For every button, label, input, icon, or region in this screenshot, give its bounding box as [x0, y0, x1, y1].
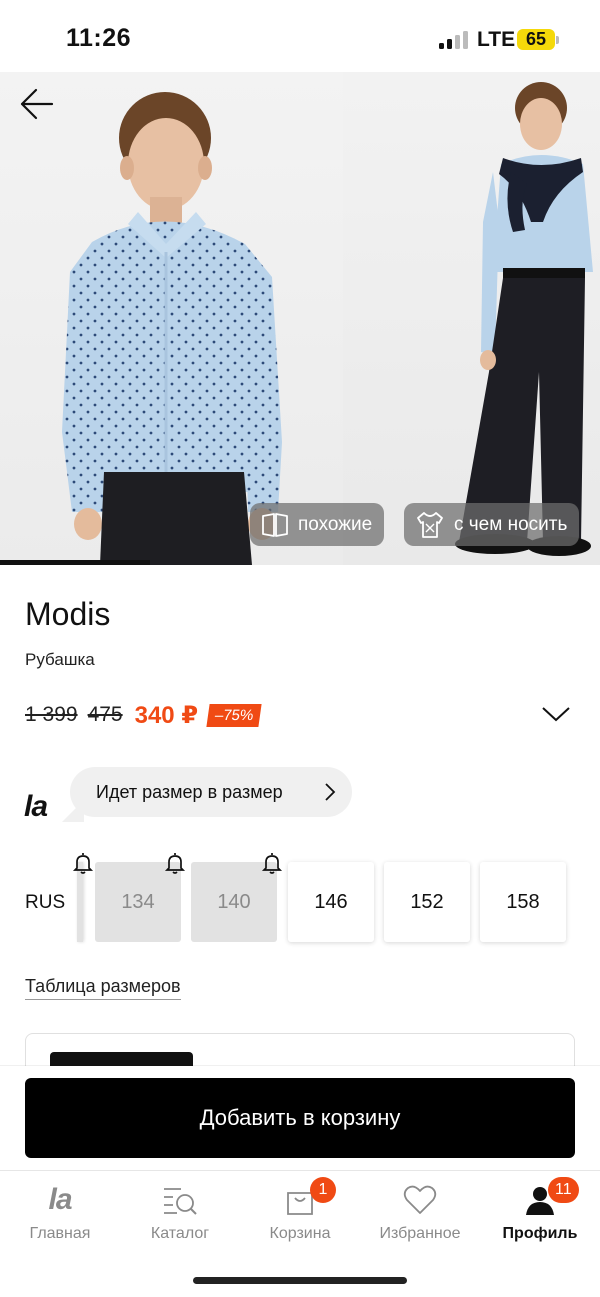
tab-bar: la Главная Каталог Корзина 1 Избранное П… — [0, 1170, 600, 1250]
size-table-link[interactable]: Таблица размеров — [25, 976, 181, 1000]
size-option-152[interactable]: 152 — [384, 862, 470, 942]
price-details-toggle[interactable] — [540, 704, 572, 724]
boy-full-outfit-illustration — [455, 82, 593, 556]
discount-badge: –75% — [206, 703, 263, 727]
status-bar: 11:26 LTE 65 — [0, 0, 600, 72]
signal-icon — [439, 31, 469, 49]
price-row: 1 399 475 340 ₽ –75% — [25, 700, 263, 730]
status-time: 11:26 — [66, 24, 132, 52]
size-option-146[interactable]: 146 — [288, 862, 374, 942]
tab-label: Профиль — [502, 1225, 578, 1242]
battery-icon: 65 — [517, 29, 555, 50]
brand-name: Modis — [25, 596, 111, 632]
fit-tip-text: Идет размер в размер — [96, 781, 283, 802]
tab-home[interactable]: la Главная — [0, 1171, 120, 1251]
catalog-search-icon — [164, 1188, 197, 1215]
add-to-cart-button[interactable]: Добавить в корзину — [25, 1078, 575, 1158]
chevron-down-icon — [542, 707, 570, 722]
boy-in-shirt-illustration — [62, 92, 282, 565]
current-price: 340 ₽ — [134, 701, 199, 729]
bell-icon[interactable] — [72, 851, 94, 875]
tab-favorites[interactable]: Избранное — [360, 1171, 480, 1251]
tab-label: Каталог — [150, 1225, 210, 1242]
la-logo-icon: la — [48, 1183, 72, 1216]
back-button[interactable] — [18, 86, 58, 122]
product-photo-main[interactable] — [0, 72, 343, 565]
bell-icon[interactable] — [164, 851, 186, 875]
outfit-icon — [417, 511, 443, 538]
tab-label: Главная — [29, 1225, 91, 1242]
gallery-progress-indicator — [0, 560, 150, 565]
home-indicator[interactable] — [193, 1277, 407, 1284]
similar-label: похожие — [298, 513, 373, 535]
size-value: 146 — [314, 890, 348, 913]
similar-button[interactable]: похожие — [250, 503, 385, 546]
tab-label: Избранное — [379, 1225, 461, 1242]
fit-tip-bubble[interactable]: Идет размер в размер — [70, 767, 352, 817]
size-option-158[interactable]: 158 — [480, 862, 566, 942]
bell-icon[interactable] — [261, 851, 283, 875]
la-logo: la — [24, 790, 48, 823]
tab-label: Корзина — [269, 1225, 331, 1242]
original-price: 1 399 — [25, 703, 78, 726]
size-value: 152 — [410, 890, 444, 913]
tab-cart[interactable]: Корзина 1 — [240, 1171, 360, 1251]
what-to-wear-label: с чем носить — [454, 513, 568, 535]
size-value: 158 — [506, 890, 540, 913]
profile-notifications-badge: 11 — [548, 1177, 579, 1203]
tab-catalog[interactable]: Каталог — [120, 1171, 240, 1251]
product-gallery[interactable]: похожие с чем носить — [0, 72, 600, 565]
arrow-left-icon — [20, 88, 54, 120]
size-value: 140 — [217, 890, 251, 913]
tab-profile[interactable]: Профиль 11 — [480, 1171, 600, 1251]
size-system-label: RUS — [25, 892, 66, 913]
product-photo-secondary[interactable] — [343, 72, 600, 565]
chevron-right-icon — [325, 783, 336, 801]
what-to-wear-button[interactable]: с чем носить — [404, 503, 580, 546]
previous-price: 475 — [87, 703, 123, 726]
heart-icon — [403, 1185, 437, 1214]
network-type: LTE — [477, 28, 516, 51]
cart-count-badge: 1 — [310, 1177, 336, 1203]
battery-tip — [556, 36, 559, 44]
book-icon — [262, 512, 288, 537]
product-subtitle: Рубашка — [25, 650, 95, 669]
size-value: 134 — [121, 890, 155, 913]
